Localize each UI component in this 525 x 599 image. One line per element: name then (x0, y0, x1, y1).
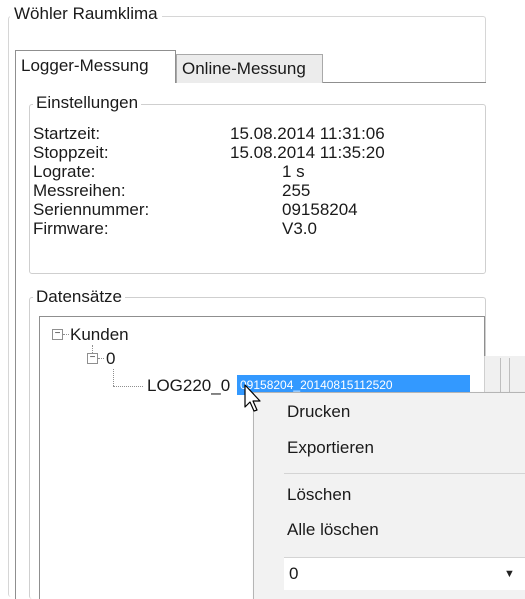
menu-combo-value: 0 (289, 564, 299, 583)
lograte-label: Lograte: (33, 162, 96, 181)
tree-connector (113, 386, 143, 387)
context-menu: Drucken Exportieren Löschen Alle löschen… (253, 392, 525, 599)
tree-connector (98, 358, 104, 359)
mouse-cursor-icon (244, 384, 261, 412)
window-title: Wöhler Raumklima (10, 4, 162, 24)
stop-time-label: Stoppzeit: (33, 143, 109, 162)
scrollbar-fragment[interactable] (484, 356, 525, 396)
settings-group-title: Einstellungen (33, 93, 142, 113)
firmware-label: Firmware: (33, 219, 109, 238)
tree-node-0[interactable]: 0 (106, 349, 115, 369)
lograte-value: 1 s (282, 162, 305, 181)
collapse-icon[interactable]: − (87, 353, 98, 364)
menu-separator (284, 473, 525, 474)
messreihen-value: 255 (282, 181, 311, 200)
menu-combo-box[interactable]: 0 ▼ (284, 557, 525, 590)
messreihen-label: Messreihen: (33, 181, 126, 200)
tab-online-messung[interactable]: Online-Messung (176, 54, 323, 83)
serial-number-value: 09158204 (282, 200, 358, 219)
menu-item-loeschen[interactable]: Löschen (287, 483, 351, 507)
start-time-value: 15.08.2014 11:31:06 (230, 124, 385, 143)
menu-item-exportieren[interactable]: Exportieren (287, 436, 374, 460)
tab-logger-messung[interactable]: Logger-Messung (15, 50, 176, 83)
menu-item-alle-loeschen[interactable]: Alle löschen (287, 518, 379, 542)
start-time-label: Startzeit: (33, 124, 101, 143)
menu-item-drucken[interactable]: Drucken (287, 400, 350, 424)
collapse-icon[interactable]: − (52, 329, 63, 340)
tree-node-log-prefix[interactable]: LOG220_0 (147, 376, 230, 396)
stop-time-value: 15.08.2014 11:35:20 (230, 143, 385, 162)
tree-node-kunden[interactable]: Kunden (70, 325, 129, 345)
tree-connector (113, 369, 114, 386)
dropdown-arrow-icon[interactable]: ▼ (504, 562, 515, 586)
datasets-group-title: Datensätze (33, 287, 125, 307)
serial-number-label: Seriennummer: (33, 200, 150, 219)
tree-connector (63, 334, 69, 335)
firmware-value: V3.0 (282, 219, 317, 238)
